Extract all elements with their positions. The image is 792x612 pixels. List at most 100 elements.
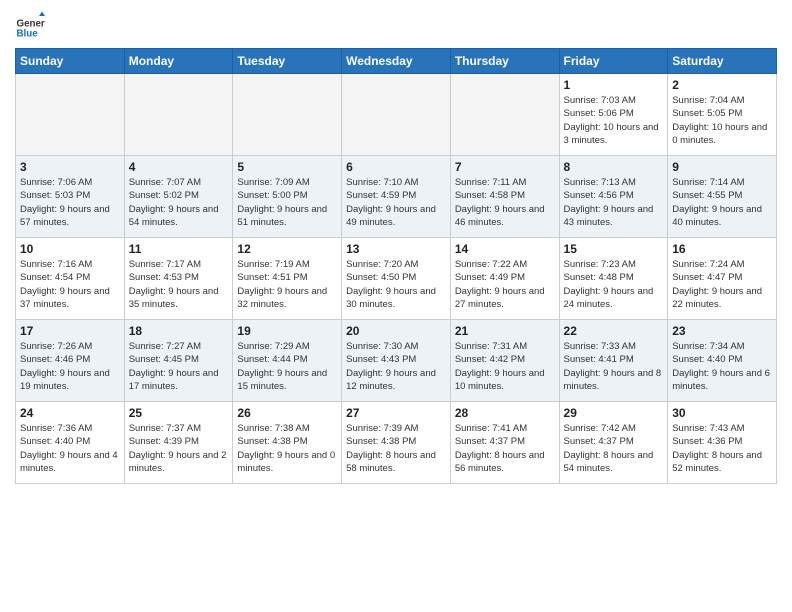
day-info: Sunrise: 7:20 AM Sunset: 4:50 PM Dayligh…: [346, 258, 446, 311]
calendar-cell: 14 Sunrise: 7:22 AM Sunset: 4:49 PM Dayli…: [450, 238, 559, 320]
day-info: Sunrise: 7:04 AM Sunset: 5:05 PM Dayligh…: [672, 94, 772, 147]
calendar-cell: 9 Sunrise: 7:14 AM Sunset: 4:55 PM Daylig…: [668, 156, 777, 238]
day-info: Sunrise: 7:07 AM Sunset: 5:02 PM Dayligh…: [129, 176, 229, 229]
day-info: Sunrise: 7:03 AM Sunset: 5:06 PM Dayligh…: [564, 94, 664, 147]
weekday-header: Monday: [124, 49, 233, 74]
day-info: Sunrise: 7:37 AM Sunset: 4:39 PM Dayligh…: [129, 422, 229, 475]
calendar-cell: 23 Sunrise: 7:34 AM Sunset: 4:40 PM Dayli…: [668, 320, 777, 402]
day-number: 9: [672, 160, 772, 174]
page-header: General Blue: [15, 10, 777, 40]
day-number: 16: [672, 242, 772, 256]
calendar-cell: 20 Sunrise: 7:30 AM Sunset: 4:43 PM Dayli…: [342, 320, 451, 402]
calendar-cell: 27 Sunrise: 7:39 AM Sunset: 4:38 PM Dayli…: [342, 402, 451, 484]
calendar-cell: [450, 74, 559, 156]
calendar-cell: 17 Sunrise: 7:26 AM Sunset: 4:46 PM Dayli…: [16, 320, 125, 402]
calendar-week-row: 10 Sunrise: 7:16 AM Sunset: 4:54 PM Dayli…: [16, 238, 777, 320]
day-number: 14: [455, 242, 555, 256]
logo-icon: General Blue: [15, 10, 45, 40]
day-number: 4: [129, 160, 229, 174]
day-number: 8: [564, 160, 664, 174]
day-number: 27: [346, 406, 446, 420]
calendar-cell: 25 Sunrise: 7:37 AM Sunset: 4:39 PM Dayli…: [124, 402, 233, 484]
day-number: 10: [20, 242, 120, 256]
day-info: Sunrise: 7:16 AM Sunset: 4:54 PM Dayligh…: [20, 258, 120, 311]
day-number: 15: [564, 242, 664, 256]
calendar-table: SundayMondayTuesdayWednesdayThursdayFrid…: [15, 48, 777, 484]
day-info: Sunrise: 7:43 AM Sunset: 4:36 PM Dayligh…: [672, 422, 772, 475]
day-info: Sunrise: 7:42 AM Sunset: 4:37 PM Dayligh…: [564, 422, 664, 475]
day-number: 25: [129, 406, 229, 420]
weekday-header: Sunday: [16, 49, 125, 74]
day-info: Sunrise: 7:14 AM Sunset: 4:55 PM Dayligh…: [672, 176, 772, 229]
day-info: Sunrise: 7:13 AM Sunset: 4:56 PM Dayligh…: [564, 176, 664, 229]
calendar-cell: 29 Sunrise: 7:42 AM Sunset: 4:37 PM Dayli…: [559, 402, 668, 484]
weekday-header: Saturday: [668, 49, 777, 74]
day-info: Sunrise: 7:22 AM Sunset: 4:49 PM Dayligh…: [455, 258, 555, 311]
svg-text:Blue: Blue: [17, 28, 39, 39]
calendar-cell: [124, 74, 233, 156]
calendar-cell: 10 Sunrise: 7:16 AM Sunset: 4:54 PM Dayli…: [16, 238, 125, 320]
day-info: Sunrise: 7:41 AM Sunset: 4:37 PM Dayligh…: [455, 422, 555, 475]
calendar-cell: 16 Sunrise: 7:24 AM Sunset: 4:47 PM Dayli…: [668, 238, 777, 320]
calendar-cell: [342, 74, 451, 156]
calendar-cell: 8 Sunrise: 7:13 AM Sunset: 4:56 PM Daylig…: [559, 156, 668, 238]
day-info: Sunrise: 7:17 AM Sunset: 4:53 PM Dayligh…: [129, 258, 229, 311]
calendar-cell: 26 Sunrise: 7:38 AM Sunset: 4:38 PM Dayli…: [233, 402, 342, 484]
calendar-cell: 6 Sunrise: 7:10 AM Sunset: 4:59 PM Daylig…: [342, 156, 451, 238]
day-info: Sunrise: 7:34 AM Sunset: 4:40 PM Dayligh…: [672, 340, 772, 393]
day-number: 7: [455, 160, 555, 174]
calendar-cell: 18 Sunrise: 7:27 AM Sunset: 4:45 PM Dayli…: [124, 320, 233, 402]
calendar-cell: 4 Sunrise: 7:07 AM Sunset: 5:02 PM Daylig…: [124, 156, 233, 238]
calendar-week-row: 1Sunrise: 7:03 AM Sunset: 5:06 PM Daylig…: [16, 74, 777, 156]
day-number: 20: [346, 324, 446, 338]
day-number: 26: [237, 406, 337, 420]
day-number: 3: [20, 160, 120, 174]
day-info: Sunrise: 7:09 AM Sunset: 5:00 PM Dayligh…: [237, 176, 337, 229]
day-number: 24: [20, 406, 120, 420]
day-info: Sunrise: 7:11 AM Sunset: 4:58 PM Dayligh…: [455, 176, 555, 229]
day-info: Sunrise: 7:10 AM Sunset: 4:59 PM Dayligh…: [346, 176, 446, 229]
calendar-cell: 22Sunrise: 7:33 AM Sunset: 4:41 PM Dayli…: [559, 320, 668, 402]
calendar-cell: 11 Sunrise: 7:17 AM Sunset: 4:53 PM Dayli…: [124, 238, 233, 320]
day-number: 11: [129, 242, 229, 256]
day-number: 17: [20, 324, 120, 338]
day-number: 18: [129, 324, 229, 338]
calendar-cell: 5 Sunrise: 7:09 AM Sunset: 5:00 PM Daylig…: [233, 156, 342, 238]
day-info: Sunrise: 7:30 AM Sunset: 4:43 PM Dayligh…: [346, 340, 446, 393]
day-number: 12: [237, 242, 337, 256]
calendar-cell: 3 Sunrise: 7:06 AM Sunset: 5:03 PM Daylig…: [16, 156, 125, 238]
day-info: Sunrise: 7:36 AM Sunset: 4:40 PM Dayligh…: [20, 422, 120, 475]
day-info: Sunrise: 7:24 AM Sunset: 4:47 PM Dayligh…: [672, 258, 772, 311]
calendar-cell: [233, 74, 342, 156]
day-info: Sunrise: 7:38 AM Sunset: 4:38 PM Dayligh…: [237, 422, 337, 475]
calendar-week-row: 24 Sunrise: 7:36 AM Sunset: 4:40 PM Dayli…: [16, 402, 777, 484]
day-number: 29: [564, 406, 664, 420]
calendar-cell: 19 Sunrise: 7:29 AM Sunset: 4:44 PM Dayli…: [233, 320, 342, 402]
day-number: 28: [455, 406, 555, 420]
calendar-cell: 7 Sunrise: 7:11 AM Sunset: 4:58 PM Daylig…: [450, 156, 559, 238]
weekday-header: Wednesday: [342, 49, 451, 74]
day-info: Sunrise: 7:39 AM Sunset: 4:38 PM Dayligh…: [346, 422, 446, 475]
day-number: 6: [346, 160, 446, 174]
day-number: 13: [346, 242, 446, 256]
calendar-cell: 1Sunrise: 7:03 AM Sunset: 5:06 PM Daylig…: [559, 74, 668, 156]
day-number: 5: [237, 160, 337, 174]
calendar-week-row: 3 Sunrise: 7:06 AM Sunset: 5:03 PM Daylig…: [16, 156, 777, 238]
weekday-header-row: SundayMondayTuesdayWednesdayThursdayFrid…: [16, 49, 777, 74]
day-number: 30: [672, 406, 772, 420]
day-info: Sunrise: 7:23 AM Sunset: 4:48 PM Dayligh…: [564, 258, 664, 311]
day-number: 23: [672, 324, 772, 338]
day-info: Sunrise: 7:29 AM Sunset: 4:44 PM Dayligh…: [237, 340, 337, 393]
day-number: 21: [455, 324, 555, 338]
day-info: Sunrise: 7:06 AM Sunset: 5:03 PM Dayligh…: [20, 176, 120, 229]
day-info: Sunrise: 7:26 AM Sunset: 4:46 PM Dayligh…: [20, 340, 120, 393]
weekday-header: Thursday: [450, 49, 559, 74]
day-number: 19: [237, 324, 337, 338]
weekday-header: Friday: [559, 49, 668, 74]
calendar-cell: [16, 74, 125, 156]
calendar-cell: 28 Sunrise: 7:41 AM Sunset: 4:37 PM Dayli…: [450, 402, 559, 484]
day-info: Sunrise: 7:33 AM Sunset: 4:41 PM Dayligh…: [564, 340, 664, 393]
calendar-cell: 15 Sunrise: 7:23 AM Sunset: 4:48 PM Dayli…: [559, 238, 668, 320]
day-info: Sunrise: 7:27 AM Sunset: 4:45 PM Dayligh…: [129, 340, 229, 393]
logo: General Blue: [15, 10, 45, 40]
